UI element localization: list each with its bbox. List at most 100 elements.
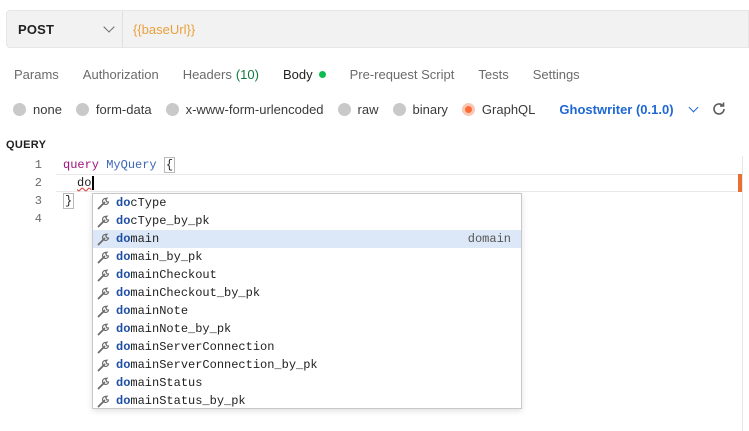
radio-circle <box>392 102 406 116</box>
tab-authorization[interactable]: Authorization <box>83 66 159 82</box>
tab-body[interactable]: Body <box>283 66 326 82</box>
radio-none-label: none <box>33 101 62 117</box>
autocomplete-item[interactable]: domainServerConnection_by_pk <box>93 356 521 374</box>
autocomplete-item[interactable]: domainNote_by_pk <box>93 320 521 338</box>
tab-authorization-label: Authorization <box>82 66 159 82</box>
autocomplete-match: do <box>116 304 131 318</box>
autocomplete-item[interactable]: domainStatus_by_pk <box>93 392 521 408</box>
method-select[interactable]: POST <box>7 11 123 47</box>
radio-circle <box>165 102 179 116</box>
tab-params-label: Params <box>14 66 59 82</box>
autocomplete-item[interactable]: domainCheckout_by_pk <box>93 284 521 302</box>
wrench-icon <box>97 233 110 246</box>
tab-settings[interactable]: Settings <box>533 66 580 82</box>
code-line-3: } <box>63 192 75 210</box>
scrollbar-cursor-marker <box>738 174 742 192</box>
autocomplete-rest: mainServerConnection_by_pk <box>130 358 318 372</box>
autocomplete-rest: cType_by_pk <box>130 214 210 228</box>
autocomplete-item-label: domainNote <box>116 302 188 320</box>
autocomplete-rest: mainCheckout <box>130 268 217 282</box>
tab-tests[interactable]: Tests <box>478 66 508 82</box>
tab-headers[interactable]: Headers (10) <box>183 66 259 82</box>
autocomplete-item-label: domainServerConnection <box>116 338 274 356</box>
chevron-down-icon <box>103 21 115 33</box>
autocomplete-item[interactable]: domainServerConnection <box>93 338 521 356</box>
radio-circle <box>337 102 351 116</box>
radio-binary-label: binary <box>412 101 448 117</box>
radio-raw[interactable]: raw <box>337 101 379 117</box>
radio-raw-label: raw <box>357 101 379 117</box>
headers-count: (10) <box>235 66 259 82</box>
wrench-icon <box>97 287 110 300</box>
autocomplete-item-label: domain_by_pk <box>116 248 202 266</box>
radio-form-data[interactable]: form-data <box>75 101 152 117</box>
autocomplete-item-label: domainCheckout <box>116 266 217 284</box>
autocomplete-rest: mainNote_by_pk <box>130 322 232 336</box>
autocomplete-item-label: docType <box>116 194 166 212</box>
tab-pre-request-script[interactable]: Pre-request Script <box>350 66 455 82</box>
chevron-down-icon[interactable] <box>688 102 698 112</box>
radio-form-data-label: form-data <box>95 101 152 117</box>
open-brace: { <box>163 157 176 173</box>
wrench-icon <box>97 377 110 390</box>
autocomplete-match: do <box>116 214 131 228</box>
tab-pre-request-script-label: Pre-request Script <box>349 66 455 82</box>
wrench-icon <box>97 395 110 408</box>
autocomplete-rest: mainStatus_by_pk <box>130 394 246 408</box>
line-number: 2 <box>34 176 42 190</box>
tab-params[interactable]: Params <box>14 66 59 82</box>
autocomplete-item-label: domain <box>116 230 159 248</box>
autocomplete-item-detail: domain <box>467 232 511 246</box>
wrench-icon <box>97 359 110 372</box>
editor-scrollbar[interactable] <box>742 156 743 431</box>
autocomplete-match: do <box>116 196 131 210</box>
url-input[interactable] <box>123 11 748 47</box>
current-line-highlight <box>56 174 739 192</box>
autocomplete-rest: mainStatus <box>130 376 203 390</box>
autocomplete-item[interactable]: docType_by_pk <box>93 212 521 230</box>
wrench-icon <box>97 215 110 228</box>
autocomplete-item-label: domainStatus_by_pk <box>116 392 246 408</box>
autocomplete-match: do <box>116 376 131 390</box>
radio-none[interactable]: none <box>13 102 62 117</box>
refresh-icon[interactable] <box>711 101 727 117</box>
radio-circle-selected <box>461 102 475 116</box>
autocomplete-item[interactable]: docType <box>93 194 521 212</box>
autocomplete-match: do <box>116 268 131 282</box>
autocomplete-item-label: domainNote_by_pk <box>116 320 231 338</box>
tab-headers-label: Headers <box>182 66 232 82</box>
autocomplete-item[interactable]: domainNote <box>93 302 521 320</box>
request-tabs: Params Authorization Headers (10) Body Pr… <box>14 66 604 82</box>
line-number: 3 <box>34 194 42 208</box>
radio-circle <box>75 102 89 116</box>
line-number: 4 <box>34 212 42 226</box>
code-line-2: do <box>77 174 94 192</box>
autocomplete-item[interactable]: domainCheckout <box>93 266 521 284</box>
radio-circle <box>13 102 26 116</box>
autocomplete-rest: cType <box>130 196 167 210</box>
autocomplete-rest: mainServerConnection <box>130 340 275 354</box>
body-type-radios: none form-data x-www-form-urlencoded raw… <box>13 100 727 118</box>
autocomplete-match: do <box>116 340 131 354</box>
wrench-icon <box>97 269 110 282</box>
tab-settings-label: Settings <box>532 66 580 82</box>
autocomplete-item-label: domainServerConnection_by_pk <box>116 356 318 374</box>
typed-text: do <box>77 176 92 190</box>
autocomplete-rest: mainNote <box>130 304 189 318</box>
radio-x-www-form-urlencoded[interactable]: x-www-form-urlencoded <box>165 102 324 117</box>
autocomplete-rest: mainCheckout_by_pk <box>130 286 261 300</box>
schema-select[interactable]: Ghostwriter (0.1.0) <box>559 102 673 117</box>
radio-graphql[interactable]: GraphQL <box>461 102 535 117</box>
wrench-icon <box>97 251 110 264</box>
body-indicator-dot <box>318 70 326 78</box>
autocomplete-rest: main <box>130 232 160 246</box>
radio-binary[interactable]: binary <box>392 101 448 117</box>
autocomplete-match: do <box>116 286 131 300</box>
autocomplete-item[interactable]: domain_by_pk <box>93 248 521 266</box>
tab-tests-label: Tests <box>478 66 509 82</box>
autocomplete-item[interactable]: domain domain <box>93 230 521 248</box>
line-number: 1 <box>34 158 42 172</box>
autocomplete-rest: main_by_pk <box>130 250 203 264</box>
tab-body-label: Body <box>282 66 313 82</box>
autocomplete-item[interactable]: domainStatus <box>93 374 521 392</box>
